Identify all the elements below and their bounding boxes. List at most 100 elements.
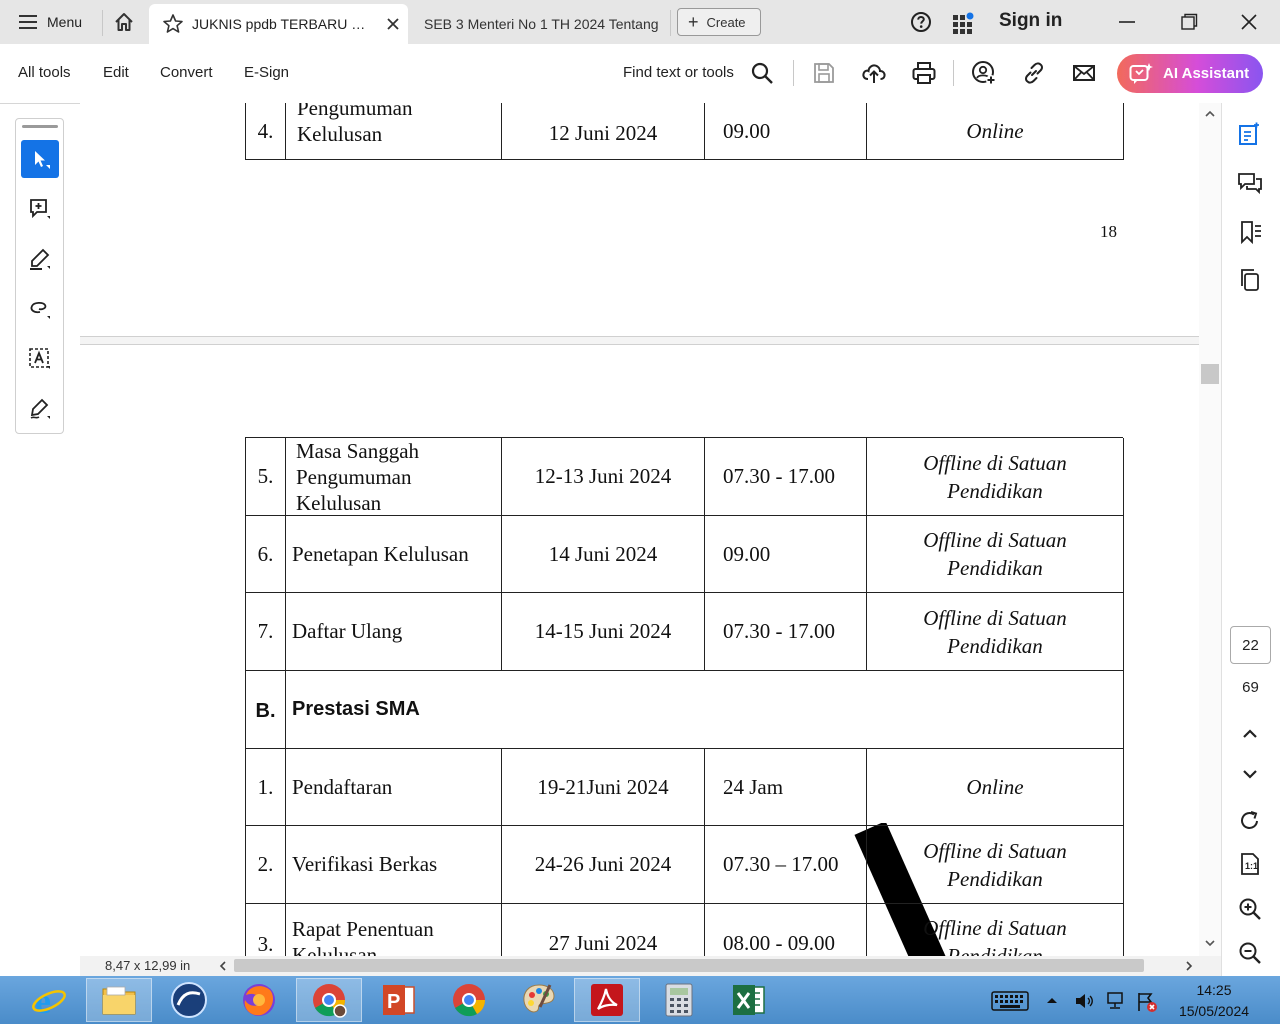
place-line: Offline di Satuan <box>923 916 1067 940</box>
current-page-input[interactable]: 22 <box>1230 626 1271 664</box>
place-cell: Online <box>867 103 1124 160</box>
time-cell: 09.00 <box>705 516 867 593</box>
email-icon[interactable] <box>1071 60 1097 86</box>
draw-tool-button[interactable] <box>21 290 59 328</box>
taskbar-app-wave[interactable] <box>156 978 222 1022</box>
place-line: Pendidikan <box>947 633 1043 658</box>
network-icon[interactable] <box>1105 990 1127 1012</box>
menu-convert[interactable]: Convert <box>160 64 213 81</box>
tab-seb-3-menteri[interactable]: SEB 3 Menteri No 1 TH 2024 Tentang <box>412 4 670 44</box>
edit-pdf-icon[interactable] <box>1237 121 1263 147</box>
restore-button[interactable] <box>1160 0 1218 44</box>
zoom-out-icon[interactable] <box>1237 940 1263 966</box>
comments-icon[interactable] <box>1237 171 1263 197</box>
menu-edit[interactable]: Edit <box>103 64 129 81</box>
place-cell: Online <box>867 749 1124 826</box>
add-comment-icon <box>30 199 50 219</box>
clock-time[interactable]: 14:25 <box>1180 982 1248 998</box>
ai-assistant-button[interactable]: AI Assistant <box>1117 54 1263 93</box>
apps-grid-icon[interactable] <box>952 12 974 34</box>
sign-in-link[interactable]: Sign in <box>999 10 1062 32</box>
home-icon <box>115 13 133 31</box>
document-view[interactable]: 4. Pengumuman Kelulusan 12 Juni 2024 09.… <box>80 103 1199 956</box>
keyboard-icon[interactable] <box>991 990 1029 1012</box>
svg-text:1:1: 1:1 <box>1245 861 1258 871</box>
page-up-icon[interactable] <box>1237 721 1263 747</box>
home-button[interactable] <box>104 0 144 44</box>
horizontal-scroll-thumb[interactable] <box>234 959 1144 972</box>
search-icon[interactable] <box>749 60 775 86</box>
scroll-left-icon[interactable] <box>217 959 229 973</box>
taskbar-firefox[interactable] <box>226 978 292 1022</box>
place-line: Pendidikan <box>947 944 1043 956</box>
select-tool-button[interactable] <box>21 140 59 178</box>
divider <box>102 10 103 36</box>
scroll-up-icon[interactable] <box>1204 108 1216 120</box>
palette-grip[interactable] <box>22 125 58 128</box>
acrobat-icon <box>591 984 623 1016</box>
taskbar-acrobat[interactable] <box>574 978 640 1022</box>
minimize-button[interactable] <box>1098 0 1156 44</box>
help-icon[interactable] <box>910 11 932 33</box>
menu-e-sign[interactable]: E-Sign <box>244 64 289 81</box>
zoom-in-icon[interactable] <box>1237 896 1263 922</box>
section-title: Prestasi SMA <box>286 671 1124 749</box>
row-number: 7. <box>246 593 286 671</box>
taskbar-powerpoint[interactable]: P <box>366 978 432 1022</box>
star-icon[interactable] <box>162 13 184 35</box>
copy-pages-icon[interactable] <box>1237 267 1263 293</box>
menu-button[interactable]: Menu <box>0 0 102 44</box>
row-number: 2. <box>246 826 286 904</box>
taskbar-chrome[interactable] <box>436 978 502 1022</box>
menu-label: Menu <box>47 14 83 30</box>
bookmarks-icon[interactable] <box>1237 219 1263 245</box>
volume-icon[interactable] <box>1073 990 1095 1012</box>
taskbar-paint[interactable] <box>506 978 572 1022</box>
tab-juknis[interactable]: JUKNIS ppdb TERBARU 2024 <box>149 4 408 44</box>
section-letter: B. <box>246 671 286 749</box>
actual-size-icon[interactable]: 1:1 <box>1237 851 1263 877</box>
find-text-or-tools[interactable]: Find text or tools <box>623 64 734 81</box>
menu-all-tools[interactable]: All tools <box>18 64 71 81</box>
place-line: Offline di Satuan <box>923 528 1067 552</box>
scroll-right-icon[interactable] <box>1183 959 1195 973</box>
action-center-flag-icon[interactable] <box>1135 990 1159 1014</box>
close-tab-icon[interactable] <box>386 17 400 31</box>
taskbar-calculator[interactable] <box>646 978 712 1022</box>
create-button[interactable]: + Create <box>677 8 761 36</box>
restore-icon <box>1181 13 1198 30</box>
row-number: 5. <box>246 438 286 516</box>
place-cell: Offline di Satuan Pendidikan <box>867 904 1124 956</box>
comment-tool-button[interactable] <box>21 190 59 228</box>
clock-date[interactable]: 15/05/2024 <box>1170 1003 1258 1019</box>
vertical-scrollbar[interactable] <box>1199 103 1221 956</box>
close-window-button[interactable] <box>1220 0 1278 44</box>
taskbar-internet-explorer[interactable]: e <box>16 978 82 1022</box>
divider <box>670 10 671 36</box>
taskbar-file-explorer[interactable] <box>86 978 152 1022</box>
excel-icon <box>733 985 765 1015</box>
rotate-icon[interactable] <box>1237 808 1263 834</box>
place-cell: Offline di Satuan Pendidikan <box>867 826 1124 904</box>
page-down-icon[interactable] <box>1237 761 1263 787</box>
share-user-icon[interactable] <box>971 60 997 86</box>
pen-highlight-icon <box>30 248 50 270</box>
sign-tool-button[interactable] <box>21 390 59 428</box>
paint-palette-icon <box>523 984 555 1013</box>
scroll-down-icon[interactable] <box>1204 937 1216 949</box>
save-icon[interactable] <box>811 60 837 86</box>
row-number: 1. <box>246 749 286 826</box>
scroll-thumb[interactable] <box>1201 364 1219 384</box>
link-icon[interactable] <box>1021 60 1047 86</box>
taskbar-excel[interactable] <box>716 978 782 1022</box>
print-icon[interactable] <box>911 60 937 86</box>
highlight-tool-button[interactable] <box>21 240 59 278</box>
time-cell: 07.30 – 17.00 <box>705 826 867 904</box>
place-line: Offline di Satuan <box>923 838 1067 863</box>
ai-assistant-label: AI Assistant <box>1163 65 1250 82</box>
cloud-upload-icon[interactable] <box>861 60 887 86</box>
activity-line: Pengumuman <box>297 103 413 120</box>
text-box-tool-button[interactable] <box>21 340 59 378</box>
taskbar-chrome-profile[interactable] <box>296 978 362 1022</box>
show-hidden-icons[interactable] <box>1045 994 1059 1006</box>
